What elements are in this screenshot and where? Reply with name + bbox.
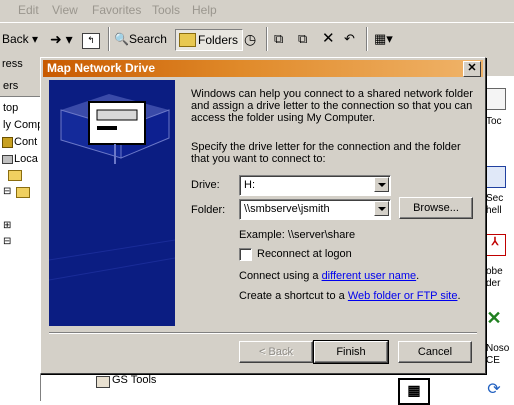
drive-select[interactable]: H: [239, 175, 391, 196]
reconnect-checkbox[interactable] [239, 248, 252, 261]
drive-label: Drive: [191, 179, 220, 191]
search-icon: 🔍 [114, 32, 129, 46]
file-label: obe [486, 266, 503, 277]
back-button[interactable]: < Back [239, 341, 313, 363]
different-user-link[interactable]: different user name [322, 270, 417, 282]
tree-item-my-computer[interactable]: ly Comp [3, 119, 43, 131]
file-label: Noso [486, 343, 510, 354]
shortcut-line: Create a shortcut to a Web folder or FTP… [239, 290, 461, 302]
button-divider [49, 332, 477, 334]
chevron-down-icon[interactable] [374, 201, 389, 216]
menu-tools[interactable]: Tools [152, 3, 180, 17]
folder-label: Folder: [191, 204, 226, 216]
folder-icon [16, 187, 30, 198]
chevron-down-icon[interactable] [374, 177, 389, 192]
connect-prefix: Connect using a [239, 270, 322, 282]
network-drive-illustration [49, 94, 175, 281]
file-label: CE [486, 355, 500, 366]
drive-icon [2, 155, 13, 164]
dialog-titlebar[interactable]: Map Network Drive ✕ [43, 60, 483, 77]
connect-using-line: Connect using a different user name. [239, 270, 419, 282]
connect-suffix: . [416, 270, 420, 282]
expand-icon[interactable]: ⊟ [3, 186, 11, 197]
search-label: Search [128, 32, 167, 46]
toolbar-separator [108, 27, 110, 51]
search-button[interactable]: 🔍Search [114, 29, 167, 49]
file-label: Sec [486, 193, 504, 204]
map-network-drive-dialog: Map Network Drive ✕ Windows can help you… [40, 57, 486, 374]
file-label: Toc [486, 116, 502, 127]
collapse-icon[interactable]: ⊟ [3, 236, 11, 247]
gs-tools-item[interactable]: GS Tools [112, 374, 156, 386]
example-text: Example: \\server\share [239, 229, 356, 241]
move-to-icon[interactable]: ⧉ [274, 29, 283, 49]
address-label: ress [2, 58, 23, 70]
intro-text: Windows can help you connect to a shared… [191, 88, 473, 124]
toolbar-separator [266, 27, 268, 51]
cancel-button[interactable]: Cancel [398, 341, 472, 363]
expand-icon[interactable]: ⊞ [3, 220, 11, 231]
folders-button[interactable]: Folders [175, 29, 244, 51]
standard-toolbar: Back ▾ ➜ ▾ ↰ 🔍Search Folders ◷ ⧉ ⧉ ✕ ↶ ▦… [0, 22, 514, 56]
folders-pane: ers top ly Comp Cont Loca ⊟ ⊞ ⊟ [0, 76, 43, 401]
dialog-title: Map Network Drive [47, 61, 156, 75]
close-icon: ✕ [467, 62, 477, 74]
specify-text: Specify the drive letter for the connect… [191, 141, 461, 165]
web-folder-link[interactable]: Web folder or FTP site [348, 290, 458, 302]
views-icon[interactable]: ▦▾ [374, 29, 393, 49]
menu-bar: Edit View Favorites Tools Help [0, 0, 514, 22]
shortcut-prefix: Create a shortcut to a [239, 290, 348, 302]
menu-help[interactable]: Help [192, 3, 217, 17]
browse-button[interactable]: Browse... [399, 197, 473, 219]
copy-to-icon[interactable]: ⧉ [298, 29, 307, 49]
internet-icon[interactable]: ⟳ [484, 379, 504, 399]
excel-icon[interactable]: ✕ [484, 308, 504, 328]
folders-label: Folders [198, 33, 239, 47]
tree-item-local-disk[interactable]: Loca [14, 153, 38, 165]
folder-value: \\smbserve\jsmith [244, 203, 330, 215]
reconnect-label[interactable]: Reconnect at logon [257, 248, 352, 260]
back-button[interactable]: Back ▾ [2, 29, 38, 49]
control-panel-icon [2, 137, 13, 148]
menu-edit[interactable]: Edit [18, 3, 39, 17]
folders-pane-header: ers [0, 76, 40, 97]
delete-icon[interactable]: ✕ [322, 29, 335, 49]
pdf-icon[interactable]: ⅄ [484, 234, 506, 256]
menu-view[interactable]: View [52, 3, 78, 17]
folder-icon [8, 170, 22, 181]
back-label: Back [2, 32, 29, 46]
folder-input[interactable]: \\smbserve\jsmith [239, 199, 391, 220]
tool-icon [96, 376, 110, 388]
folders-pane-title: ers [3, 80, 19, 92]
document-icon[interactable] [484, 88, 506, 110]
forward-arrow-icon[interactable]: ➜ ▾ [50, 29, 73, 49]
undo-icon[interactable]: ↶ [344, 29, 355, 49]
shortcut-suffix: . [457, 290, 461, 302]
folder-icon [179, 33, 196, 47]
tree-item-control-panel[interactable]: Cont [14, 136, 37, 148]
history-icon[interactable]: ◷ [244, 29, 256, 49]
menu-favorites[interactable]: Favorites [92, 3, 141, 17]
close-button[interactable]: ✕ [463, 61, 481, 77]
tree-item-desktop[interactable]: top [3, 102, 18, 114]
toolbar-separator [366, 27, 368, 51]
finish-button[interactable]: Finish [313, 340, 389, 364]
file-label: der [486, 278, 501, 289]
drive-value: H: [244, 179, 255, 191]
document-icon[interactable] [484, 166, 506, 188]
file-label: hell [486, 205, 502, 216]
up-folder-icon[interactable]: ↰ [82, 33, 100, 49]
network-drive-art [49, 80, 175, 326]
